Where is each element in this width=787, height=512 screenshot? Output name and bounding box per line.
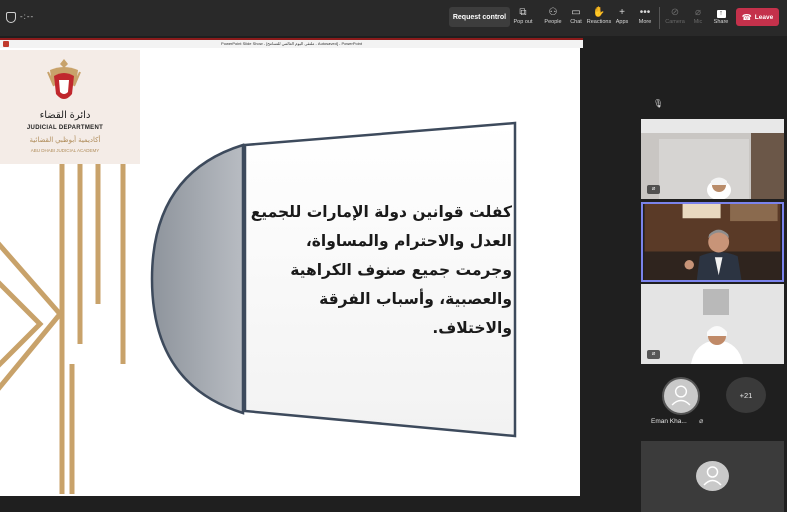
more-icon: •••: [639, 7, 651, 18]
request-control-button[interactable]: Request control: [449, 7, 510, 27]
falcon-emblem-icon: [47, 59, 81, 99]
self-view-tile[interactable]: [641, 441, 784, 512]
logo-arabic-name: دائرة القضاء: [39, 110, 91, 121]
person-icon: [703, 466, 722, 486]
active-speaker-video-tile[interactable]: [641, 202, 784, 282]
leave-button[interactable]: ☎ Leave: [736, 8, 779, 26]
participant-video-tile[interactable]: ⌀: [641, 119, 784, 199]
logo-english-academy: ABU DHABI JUDICIAL ACADEMY: [30, 148, 100, 153]
slide-half-circle-shape: [150, 143, 245, 415]
powerpoint-titlebar: PowerPoint Slide Show - [ملتقى اليوم الع…: [0, 40, 583, 48]
more-button[interactable]: ••• More: [630, 6, 660, 32]
mic-off-icon: 🎙︎: [653, 99, 664, 108]
decorative-gold-lines: [0, 164, 126, 494]
meeting-timer: -:--: [20, 12, 35, 21]
more-participants-button[interactable]: +21: [726, 377, 766, 413]
participant-name: Eman Kha...: [651, 418, 687, 425]
share-button[interactable]: ↑ Share: [706, 6, 736, 32]
meeting-toolbar: -:-- Request control ⧉ Pop out ⚇ People …: [0, 0, 787, 36]
participant-avatar: [696, 461, 729, 491]
video-feed: [641, 119, 784, 199]
judicial-department-logo: دائرة القضاء JUDICIAL DEPARTMENT أكاديمي…: [0, 50, 140, 164]
participant-avatar[interactable]: [662, 377, 700, 415]
mic-off-icon: ⌀: [647, 185, 660, 194]
share-icon: ↑: [706, 6, 736, 19]
shared-slide[interactable]: دائرة القضاء JUDICIAL DEPARTMENT أكاديمي…: [0, 48, 580, 496]
mic-off-icon: ⌀: [647, 350, 660, 359]
pop-out-icon: ⧉: [519, 7, 527, 18]
powerpoint-icon: [3, 41, 9, 47]
shield-icon[interactable]: [6, 12, 16, 23]
video-feed: [641, 284, 784, 364]
logo-english-name: JUDICIAL DEPARTMENT: [26, 125, 104, 131]
phone-icon: ☎: [741, 12, 752, 22]
video-feed: [644, 204, 781, 280]
participant-gallery: 🎙︎ ⌀ ⌀ +21 Eman Kha... ⌀: [641, 36, 787, 512]
teams-meeting-window: -:-- Request control ⧉ Pop out ⚇ People …: [0, 0, 787, 512]
person-icon: [671, 385, 691, 406]
mic-off-icon: ⌀: [699, 418, 704, 425]
participant-video-tile[interactable]: ⌀: [641, 284, 784, 364]
slide-quote-text: كفلت قوانين دولة الإمارات للجميع العدل و…: [250, 203, 512, 337]
pop-out-button[interactable]: ⧉ Pop out: [508, 6, 538, 32]
logo-arabic-academy: أكاديمية أبوظبي القضائية: [29, 137, 101, 144]
